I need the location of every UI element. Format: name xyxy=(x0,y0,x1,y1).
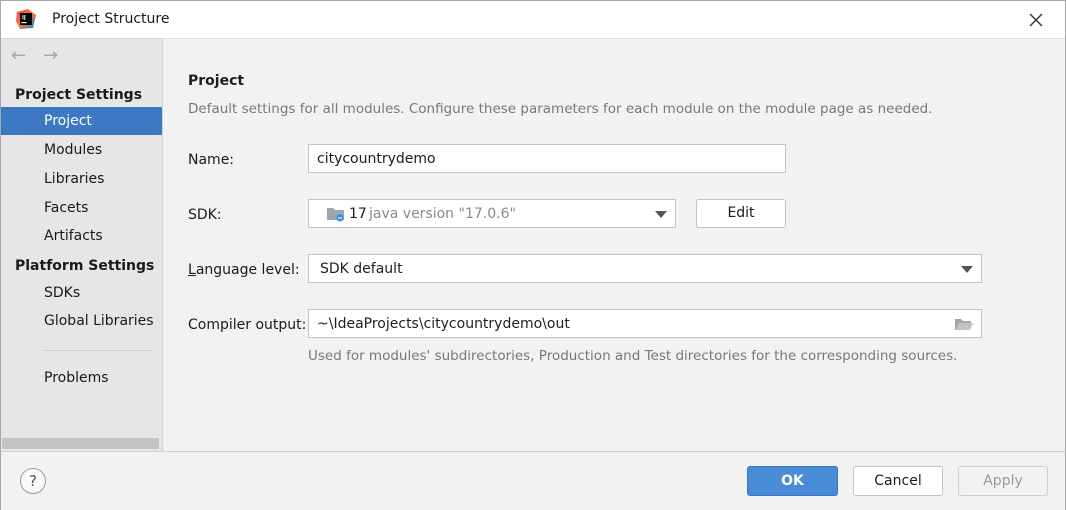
window-title: Project Structure xyxy=(52,11,170,27)
sdk-label: SDK: xyxy=(188,207,222,223)
name-label: Name: xyxy=(188,152,235,168)
sidebar-item-modules[interactable]: Modules xyxy=(1,136,162,164)
project-settings-title: Project Settings xyxy=(15,87,143,103)
apply-button[interactable]: Apply xyxy=(958,466,1048,496)
chevron-down-icon xyxy=(655,211,667,218)
page-title: Project xyxy=(188,73,245,89)
sdk-select[interactable]: 17 java version "17.0.6" xyxy=(308,199,676,228)
help-button[interactable]: ? xyxy=(20,468,46,494)
dialog-footer: ? OK Cancel Apply xyxy=(1,451,1065,510)
compiler-output-label: Compiler output: xyxy=(188,317,307,333)
title-bar: IJ Project Structure xyxy=(1,1,1065,39)
page-description: Default settings for all modules. Config… xyxy=(188,101,933,117)
sidebar-item-facets[interactable]: Facets xyxy=(1,194,162,222)
sidebar-item-problems[interactable]: Problems xyxy=(1,364,162,392)
language-level-mnemonic: L xyxy=(188,262,196,278)
help-icon: ? xyxy=(29,472,37,490)
jdk-folder-icon xyxy=(327,208,344,222)
project-structure-dialog: IJ Project Structure ← → Project Setting… xyxy=(0,0,1066,510)
close-button[interactable] xyxy=(1021,7,1051,33)
cancel-button[interactable]: Cancel xyxy=(853,466,943,496)
browse-folder-icon[interactable] xyxy=(954,317,974,332)
project-settings-panel: Project Default settings for all modules… xyxy=(163,39,1065,451)
sidebar-item-libraries[interactable]: Libraries xyxy=(1,165,162,193)
language-level-select[interactable]: SDK default xyxy=(308,254,982,283)
intellij-idea-icon: IJ xyxy=(16,9,36,29)
svg-text:IJ: IJ xyxy=(22,15,26,21)
sidebar-item-sdks[interactable]: SDKs xyxy=(1,279,162,307)
back-arrow-icon[interactable]: ← xyxy=(11,47,26,65)
language-level-label-text: anguage level: xyxy=(195,262,300,278)
edit-sdk-button[interactable]: Edit xyxy=(696,199,786,228)
sidebar-item-global-libraries[interactable]: Global Libraries xyxy=(1,307,162,335)
chevron-down-icon xyxy=(961,266,973,273)
sdk-detail: java version "17.0.6" xyxy=(369,206,516,222)
close-icon xyxy=(1029,13,1043,27)
language-level-label: Language level: xyxy=(188,262,300,278)
compiler-output-hint: Used for modules' subdirectories, Produc… xyxy=(308,348,958,364)
sidebar-item-project[interactable]: Project xyxy=(1,107,162,135)
name-input[interactable] xyxy=(308,144,786,173)
sidebar-separator xyxy=(44,350,152,351)
sidebar-horizontal-scrollbar[interactable] xyxy=(2,438,159,449)
language-level-value: SDK default xyxy=(320,261,403,277)
sdk-version: 17 xyxy=(349,206,367,222)
forward-arrow-icon[interactable]: → xyxy=(43,47,58,65)
ok-button[interactable]: OK xyxy=(747,466,838,496)
platform-settings-title: Platform Settings xyxy=(15,258,155,274)
compiler-output-field[interactable]: ~\IdeaProjects\citycountrydemo\out xyxy=(308,309,982,338)
sidebar-item-artifacts[interactable]: Artifacts xyxy=(1,222,162,250)
compiler-output-value: ~\IdeaProjects\citycountrydemo\out xyxy=(317,316,570,332)
sidebar: ← → Project Settings Project Modules Lib… xyxy=(1,39,163,451)
